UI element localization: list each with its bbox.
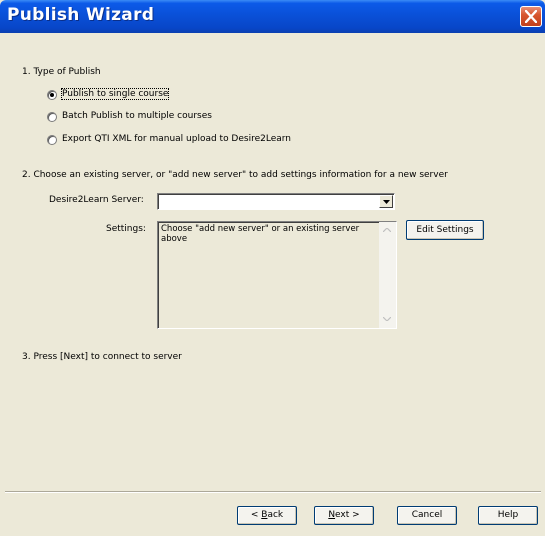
radio-batch-publish[interactable] bbox=[47, 112, 57, 122]
cancel-button[interactable]: Cancel bbox=[397, 506, 457, 525]
server-dropdown-button[interactable] bbox=[379, 195, 393, 208]
settings-scrollbar[interactable] bbox=[379, 222, 396, 328]
radio-publish-single-label[interactable]: Publish to single course bbox=[60, 88, 170, 100]
radio-batch-publish-label[interactable]: Batch Publish to multiple courses bbox=[62, 111, 212, 121]
window-title: Publish Wizard bbox=[7, 5, 155, 25]
publish-wizard-window: Publish Wizard 1. Type of Publish Publis… bbox=[0, 0, 545, 536]
back-button[interactable]: < Back bbox=[237, 506, 297, 525]
settings-label: Settings: bbox=[106, 224, 146, 234]
help-button[interactable]: Help bbox=[478, 506, 538, 525]
radio-export-qti-label[interactable]: Export QTI XML for manual upload to Desi… bbox=[62, 134, 291, 144]
title-bar[interactable]: Publish Wizard bbox=[0, 0, 545, 33]
scroll-up-arrow-icon bbox=[383, 228, 391, 232]
edit-settings-button[interactable]: Edit Settings bbox=[406, 220, 484, 240]
scroll-down-button[interactable] bbox=[379, 311, 396, 328]
section-2-heading: 2. Choose an existing server, or "add ne… bbox=[22, 170, 448, 180]
section-3-heading: 3. Press [Next] to connect to server bbox=[22, 352, 182, 362]
close-button[interactable] bbox=[520, 6, 542, 27]
next-button[interactable]: Next > bbox=[314, 506, 374, 525]
radio-publish-single[interactable] bbox=[47, 90, 57, 100]
footer-divider bbox=[5, 491, 541, 493]
close-icon bbox=[525, 10, 537, 23]
server-label: Desire2Learn Server: bbox=[49, 195, 144, 205]
section-1-heading: 1. Type of Publish bbox=[22, 67, 101, 77]
radio-export-qti[interactable] bbox=[47, 135, 57, 145]
radio-selected-dot bbox=[50, 93, 54, 97]
server-dropdown[interactable] bbox=[157, 193, 395, 210]
scroll-down-arrow-icon bbox=[383, 317, 391, 321]
settings-textarea[interactable]: Choose "add new server" or an existing s… bbox=[157, 221, 397, 329]
chevron-down-icon bbox=[383, 200, 390, 204]
scroll-up-button[interactable] bbox=[379, 222, 396, 239]
settings-text: Choose "add new server" or an existing s… bbox=[161, 224, 360, 244]
